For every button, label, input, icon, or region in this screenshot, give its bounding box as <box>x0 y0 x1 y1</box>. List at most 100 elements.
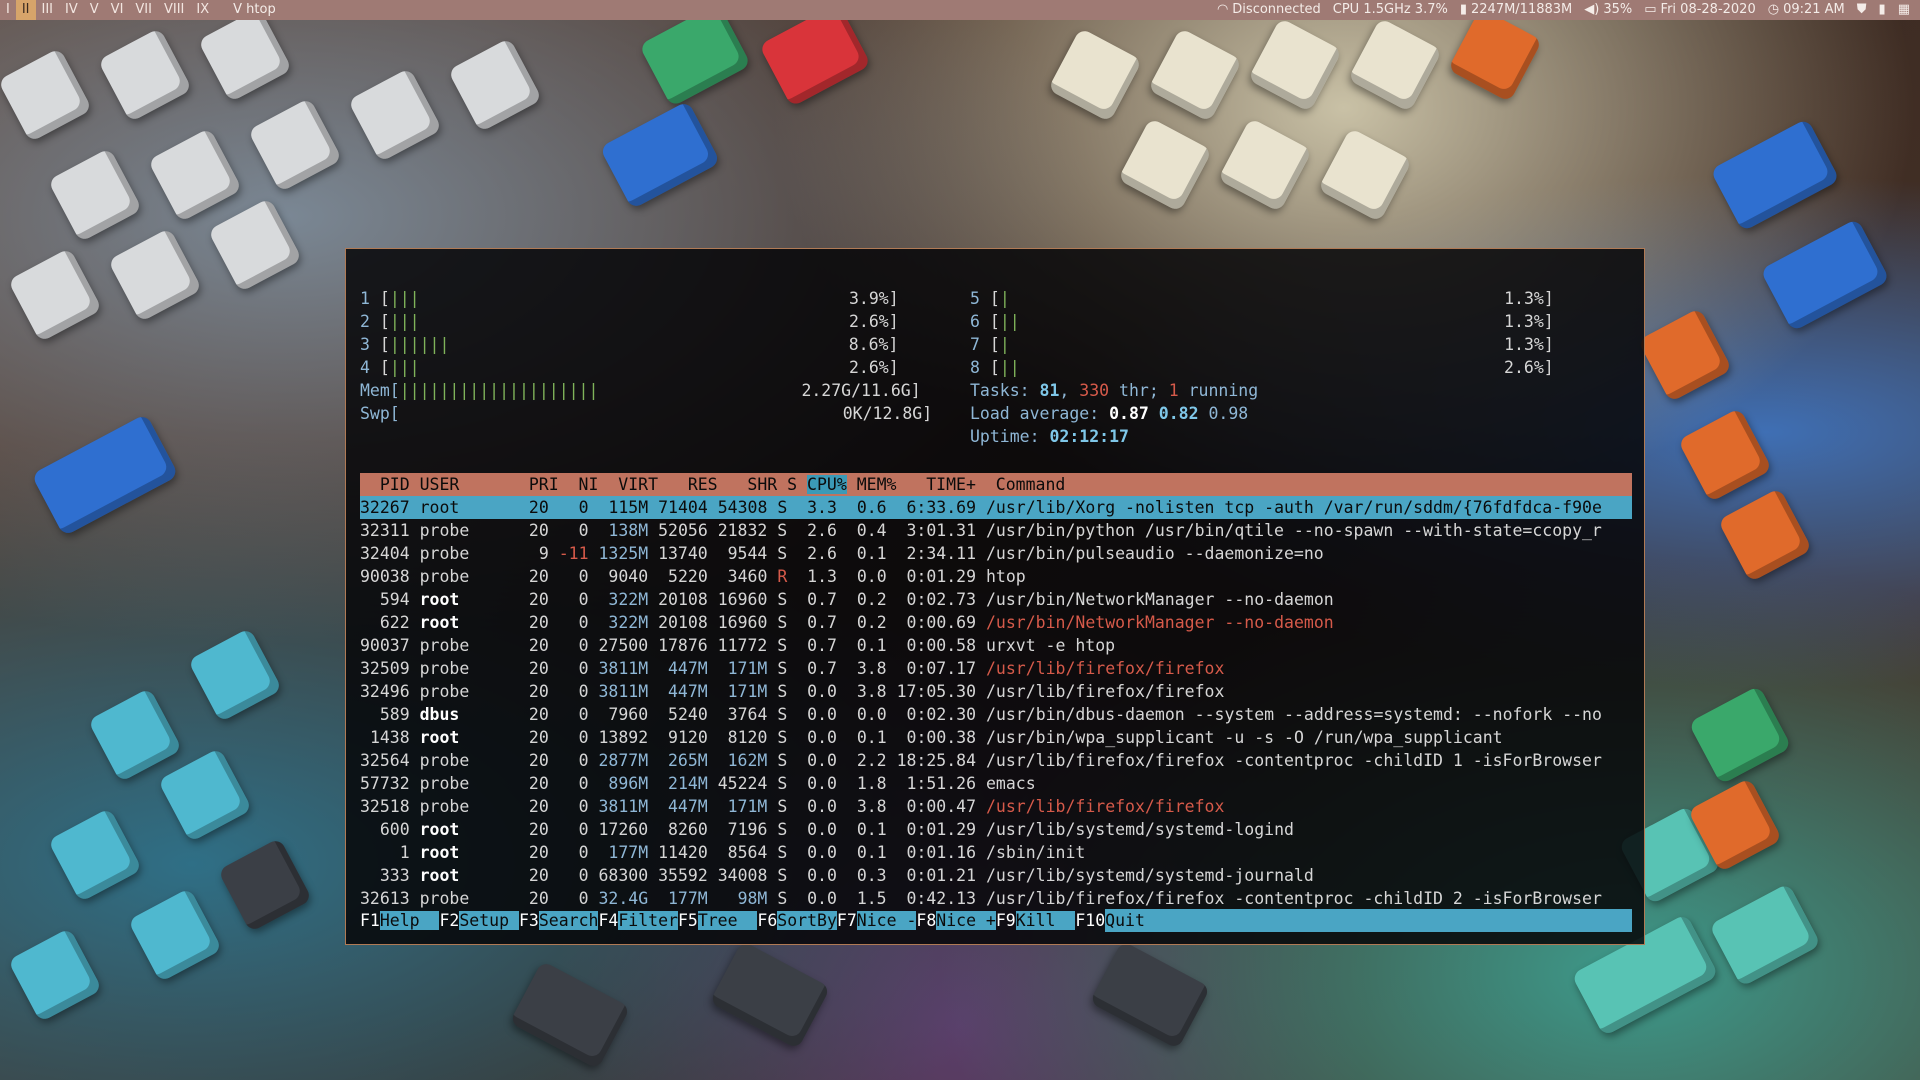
process-row[interactable]: 1438 root 20 0 13892 9120 8120 S 0.0 0.1… <box>360 726 1632 749</box>
process-table-header[interactable]: PID USER PRI NI VIRT RES SHR S CPU% MEM%… <box>360 473 1632 496</box>
time-cell: 0:00.47 <box>906 797 977 816</box>
process-row[interactable]: 622 root 20 0 322M 20108 16960 S 0.7 0.2… <box>360 611 1632 634</box>
pid-cell: 32267 <box>360 498 410 517</box>
process-row[interactable]: 32613 probe 20 0 32.4G 177M 98M S 0.0 1.… <box>360 887 1632 910</box>
process-row[interactable]: 90037 probe 20 0 27500 17876 11772 S 0.7… <box>360 634 1632 657</box>
time-cell: 0:07.17 <box>906 659 977 678</box>
process-row[interactable]: 1 root 20 0 177M 11420 8564 S 0.0 0.1 0:… <box>360 841 1632 864</box>
res-cell: 17876 <box>658 636 708 655</box>
pid-cell: 594 <box>379 590 410 609</box>
workspace-3[interactable]: III <box>36 0 60 20</box>
workspace-1[interactable]: I <box>0 0 16 20</box>
user-cell: root <box>419 843 460 862</box>
cpu-bar: | <box>999 289 1010 308</box>
memory-bar: |||||||||||||||||||| <box>399 381 599 400</box>
process-row[interactable]: 594 root 20 0 322M 20108 16960 S 0.7 0.2… <box>360 588 1632 611</box>
user-cell: root <box>419 613 460 632</box>
fkey-setup[interactable]: F2Setup <box>439 909 519 932</box>
fkey-label: SortBy <box>777 911 837 930</box>
workspace-9[interactable]: IX <box>190 0 215 20</box>
res-cell: 35592 <box>658 866 708 885</box>
mem-cell: 3.8 <box>856 682 887 701</box>
fkey-label: Nice - <box>856 911 917 930</box>
volume-label: 35% <box>1603 2 1633 17</box>
fkey-help[interactable]: F1Help <box>360 909 440 932</box>
process-row[interactable]: 57732 probe 20 0 896M 214M 45224 S 0.0 1… <box>360 772 1632 795</box>
fkey-key: F1 <box>360 911 380 930</box>
mem-cell: 3.8 <box>856 797 887 816</box>
process-row[interactable]: 589 dbus 20 0 7960 5240 3764 S 0.0 0.0 0… <box>360 703 1632 726</box>
workspace-7[interactable]: VII <box>129 0 158 20</box>
fkey-quit[interactable]: F10 Quit <box>1075 909 1632 932</box>
process-row[interactable]: 333 root 20 0 68300 35592 34008 S 0.0 0.… <box>360 864 1632 887</box>
network-status[interactable]: ◠ Disconnected <box>1217 0 1321 20</box>
user-cell: root <box>419 866 460 885</box>
workspace-5[interactable]: V <box>84 0 105 20</box>
workspace-4[interactable]: IV <box>59 0 84 20</box>
cpu-cell: 0.7 <box>807 590 837 609</box>
cpu-cell: 0.0 <box>807 774 837 793</box>
state-cell: S <box>777 889 788 908</box>
cpu-cell: 0.0 <box>807 820 837 839</box>
pid-cell: 589 <box>379 705 410 724</box>
uptime: Uptime: 02:12:17 <box>970 427 1129 446</box>
mem-cell: 0.2 <box>856 613 887 632</box>
pid-cell: 32564 <box>360 751 410 770</box>
res-cell: 20108 <box>658 590 708 609</box>
fkey-kill[interactable]: F9Kill <box>995 909 1076 932</box>
process-row[interactable]: 90038 probe 20 0 9040 5220 3460 R 1.3 0.… <box>360 565 1632 588</box>
fkey-niceminus[interactable]: F7Nice - <box>836 909 917 932</box>
cpu-cell: 0.0 <box>807 797 837 816</box>
fkey-tree[interactable]: F5Tree <box>678 909 758 932</box>
mem-cell: 0.1 <box>856 728 887 747</box>
shr-cell: 171M <box>727 659 768 678</box>
ni-cell: 0 <box>578 613 589 632</box>
command-cell: /usr/lib/firefox/firefox <box>985 682 1225 701</box>
process-row[interactable]: 32267 root 20 0 115M 71404 54308 S 3.3 0… <box>360 496 1632 519</box>
fkey-filter[interactable]: F4Filter <box>598 909 678 932</box>
process-row[interactable]: 32496 probe 20 0 3811M 447M 171M S 0.0 3… <box>360 680 1632 703</box>
process-row[interactable]: 32311 probe 20 0 138M 52056 21832 S 2.6 … <box>360 519 1632 542</box>
workspace-6[interactable]: VI <box>105 0 130 20</box>
pri-cell: 20 <box>528 705 549 724</box>
terminal-window[interactable]: 1 [||| 3.9%] 2 [||| 2.6%] 3 [|||||| 8.6%] 4… <box>345 248 1645 945</box>
memory-icon: ▮ <box>1459 2 1467 17</box>
pri-cell: 20 <box>528 682 549 701</box>
cpu-cell: 0.0 <box>807 705 837 724</box>
fkey-key: F7 <box>836 911 857 930</box>
ni-cell: 0 <box>578 567 589 586</box>
pid-cell: 32404 <box>360 544 410 563</box>
state-cell: S <box>777 544 788 563</box>
fkey-label: Nice + <box>936 911 996 930</box>
date-label: Fri 08-28-2020 <box>1660 2 1756 17</box>
mem-cell: 0.0 <box>856 567 887 586</box>
time-cell: 1:51.26 <box>906 774 977 793</box>
pid-cell: 90037 <box>360 636 410 655</box>
workspace-8[interactable]: VIII <box>158 0 190 20</box>
cpu-meter-4: 4 [||| 2.6%] <box>360 358 899 377</box>
volume-status[interactable]: ◀) 35% <box>1584 0 1632 20</box>
process-row[interactable]: 32564 probe 20 0 2877M 265M 162M S 0.0 2… <box>360 749 1632 772</box>
cpu-meter-5: 5 [| 1.3%] <box>970 289 1554 308</box>
fkey-label: Tree <box>697 911 758 930</box>
fkey-niceplus[interactable]: F8Nice + <box>916 909 996 932</box>
command-cell: /usr/lib/Xorg -nolisten tcp -auth /var/r… <box>985 498 1602 517</box>
virt-cell: 3811M <box>598 797 649 816</box>
ni-cell: 0 <box>578 636 589 655</box>
command-cell: urxvt -e htop <box>985 636 1116 655</box>
pri-cell: 20 <box>528 889 549 908</box>
workspace-2[interactable]: II <box>15 0 36 20</box>
process-row[interactable]: 32509 probe 20 0 3811M 447M 171M S 0.7 3… <box>360 657 1632 680</box>
clock-icon: ◷ <box>1767 2 1780 17</box>
fkey-search[interactable]: F3Search <box>519 909 599 932</box>
process-row[interactable]: 32518 probe 20 0 3811M 447M 171M S 0.0 3… <box>360 795 1632 818</box>
process-row[interactable]: 600 root 20 0 17260 8260 7196 S 0.0 0.1 … <box>360 818 1632 841</box>
virt-cell: 2877M <box>598 751 649 770</box>
window-title: V htop <box>233 2 276 17</box>
layout-icon[interactable]: ▦ <box>1898 0 1910 20</box>
fkey-key: F9 <box>995 911 1016 930</box>
fkey-sortby[interactable]: F6SortBy <box>757 909 837 932</box>
mem-cell: 0.2 <box>856 590 887 609</box>
shield-icon[interactable]: ⛊ <box>1857 0 1867 20</box>
process-row[interactable]: 32404 probe 9 -11 1325M 13740 9544 S 2.6… <box>360 542 1632 565</box>
